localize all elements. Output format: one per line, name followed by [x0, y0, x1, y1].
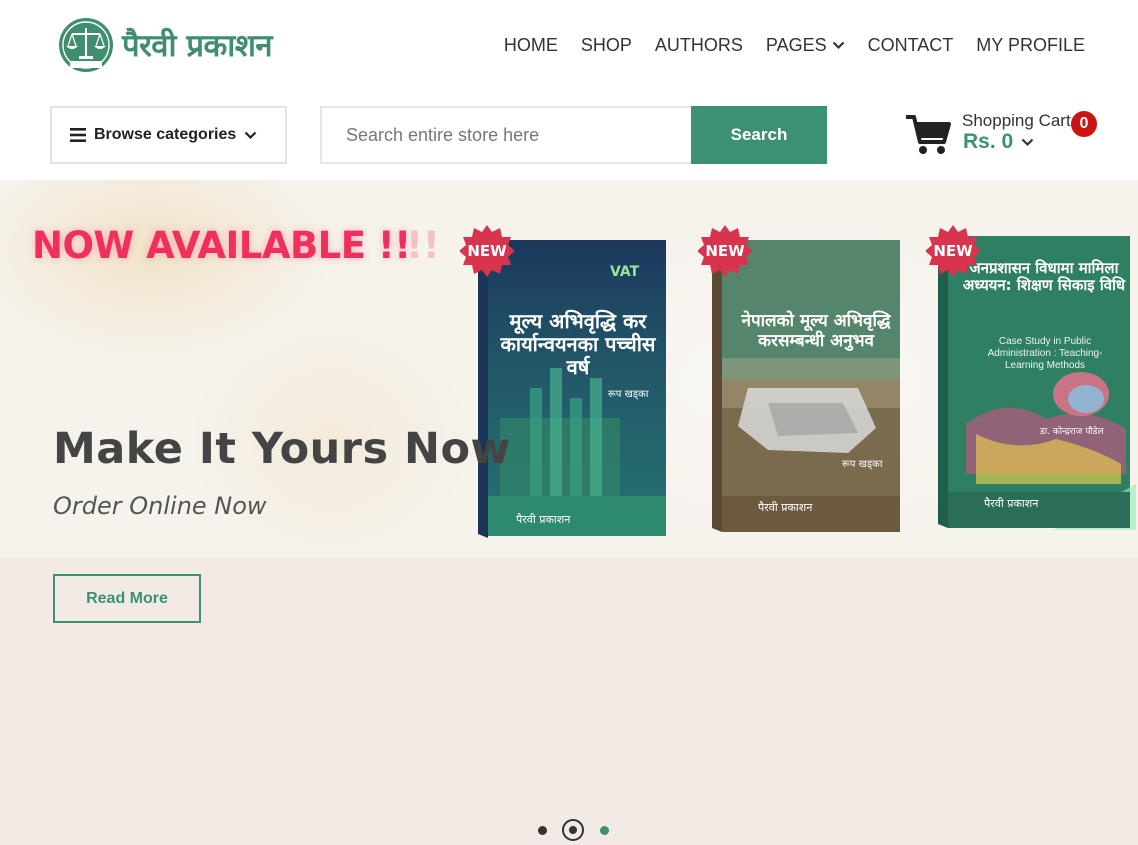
main-nav: HOME SHOP AUTHORS PAGES CONTACT MY PROFI…: [504, 35, 1085, 56]
book-1-tag: VAT: [610, 264, 640, 280]
carousel-dot-3[interactable]: [600, 826, 609, 835]
nav-pages[interactable]: PAGES: [766, 35, 845, 56]
carousel-dot-2-active[interactable]: [562, 819, 584, 841]
carousel-dot-1[interactable]: [538, 826, 547, 835]
book-1-author: रूप खड्का: [608, 389, 649, 400]
browse-categories-label: Browse categories: [94, 126, 237, 143]
hamburger-icon: [70, 128, 86, 142]
new-badge-3: NEW: [925, 224, 981, 278]
scales-of-justice-logo-icon: [59, 18, 113, 72]
book-cover-1-art: [478, 240, 666, 538]
shopping-cart-icon: [906, 115, 951, 154]
new-badge-label: NEW: [705, 242, 745, 260]
nav-authors[interactable]: AUTHORS: [655, 35, 743, 56]
book-3-subtitle: Case Study in Public Administration : Te…: [987, 336, 1103, 371]
new-badge-1: NEW: [459, 224, 515, 278]
cart-total: Rs. 0: [963, 130, 1034, 154]
hero-banner-image: NOW AVAILABLE !! !! VAT मूल्य अभिवृद्धि …: [0, 180, 1138, 558]
shopping-cart[interactable]: Shopping Cart Rs. 0 0: [905, 110, 1105, 166]
new-badge-label: NEW: [467, 242, 507, 260]
read-more-button[interactable]: Read More: [53, 574, 201, 623]
brand-name: पैरवी प्रकाशन: [122, 28, 273, 64]
chevron-down-icon: [245, 131, 257, 139]
book-3-publisher: पैरवी प्रकाशन: [984, 497, 1039, 510]
site-logo[interactable]: पैरवी प्रकाशन: [56, 16, 273, 74]
book-cover-3[interactable]: जनप्रशासन विधामा मामिला अध्ययन: शिक्षण स…: [936, 234, 1136, 530]
nav-my-profile[interactable]: MY PROFILE: [976, 35, 1085, 56]
book-2-title: नेपालको मूल्य अभिवृद्धि करसम्बन्धी अनुभव: [741, 311, 891, 351]
book-3-author: डा. कोन्द्रराज पौडेल: [1040, 427, 1104, 437]
carousel-pagination: [530, 818, 620, 844]
chevron-down-icon: [832, 41, 844, 50]
new-badge-label: NEW: [933, 242, 973, 260]
nav-home[interactable]: HOME: [504, 35, 558, 56]
browse-categories-button[interactable]: Browse categories: [50, 106, 287, 164]
now-available-echo: !!: [406, 224, 440, 267]
book-cover-1[interactable]: VAT मूल्य अभिवृद्धि कर कार्यान्वयनका पच्…: [470, 238, 680, 540]
book-1-publisher: पैरवी प्रकाशन: [516, 513, 571, 526]
cart-label: Shopping Cart: [962, 111, 1071, 130]
chevron-down-icon: [1021, 138, 1034, 146]
nav-shop[interactable]: SHOP: [581, 35, 632, 56]
hero-slider: NOW AVAILABLE !! !! VAT मूल्य अभिवृद्धि …: [0, 180, 1138, 845]
hero-title: Make It Yours Now: [53, 424, 511, 474]
nav-pages-label: PAGES: [765, 35, 827, 55]
book-2-author: रूप खड्का: [842, 459, 883, 470]
cart-total-value: Rs. 0: [963, 130, 1014, 153]
book-1-title: मूल्य अभिवृद्धि कर कार्यान्वयनका पच्चीस …: [500, 309, 656, 379]
hero-subtitle: Order Online Now: [53, 492, 267, 520]
book-cover-2-art: [712, 240, 900, 532]
cart-count-badge: 0: [1071, 111, 1097, 137]
now-available-heading: NOW AVAILABLE !!: [32, 224, 411, 267]
book-2-publisher: पैरवी प्रकाशन: [758, 501, 813, 514]
nav-contact[interactable]: CONTACT: [868, 35, 954, 56]
search-button[interactable]: Search: [691, 106, 827, 164]
search-input[interactable]: [320, 106, 692, 164]
site-header: पैरवी प्रकाशन HOME SHOP AUTHORS PAGES CO…: [0, 0, 1138, 92]
book-cover-2[interactable]: नेपालको मूल्य अभिवृद्धि करसम्बन्धी अनुभव…: [708, 238, 908, 534]
book-3-title: जनप्रशासन विधामा मामिला अध्ययन: शिक्षण स…: [962, 259, 1126, 295]
new-badge-2: NEW: [697, 224, 753, 278]
